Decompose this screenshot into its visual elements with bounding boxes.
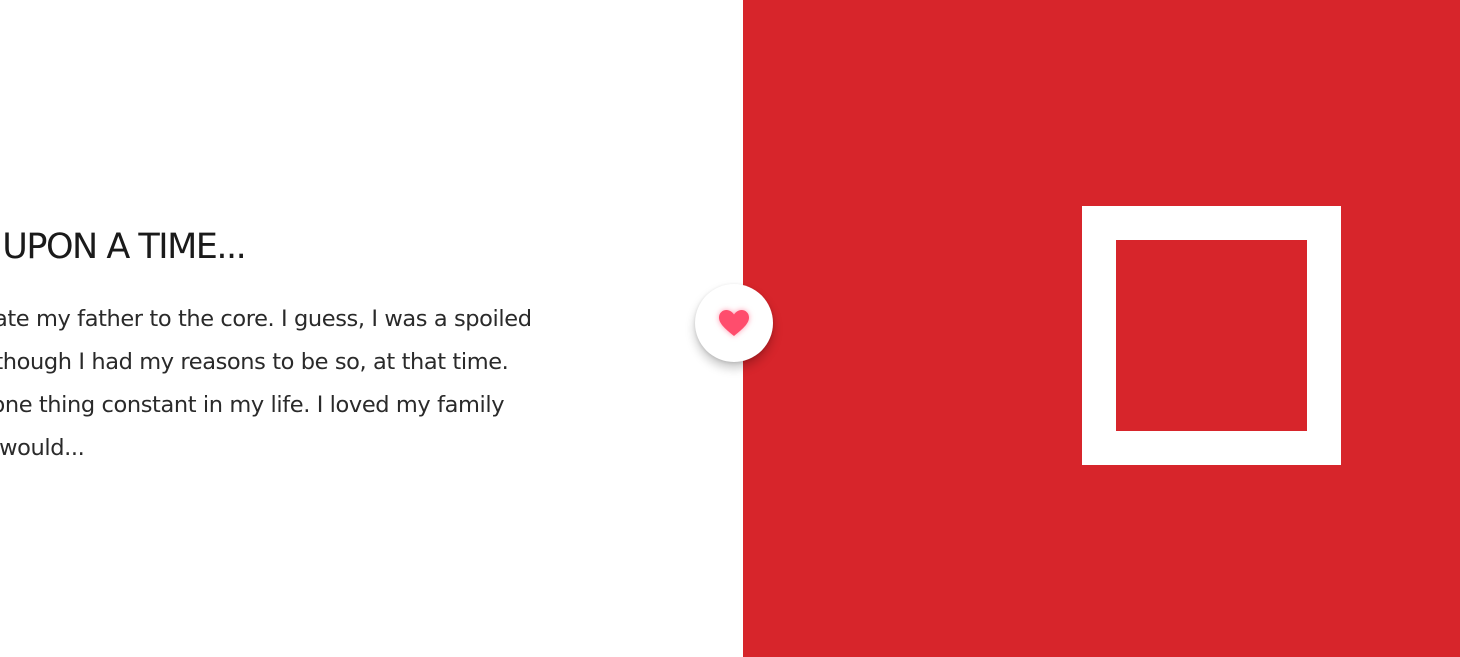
story-line: as one thing constant in my life. I love… bbox=[0, 392, 505, 418]
story-line: . Although I had my reasons to be so, at… bbox=[0, 349, 509, 375]
square-frame-graphic bbox=[1082, 206, 1341, 465]
story-line: kid would... bbox=[0, 435, 85, 461]
square-frame-inner bbox=[1116, 240, 1307, 431]
story-line: o hate my father to the core. I guess, I… bbox=[0, 306, 532, 332]
story-title: E UPON A TIME... bbox=[0, 227, 247, 267]
like-button[interactable] bbox=[695, 284, 773, 362]
image-panel bbox=[743, 0, 1460, 657]
heart-icon bbox=[719, 310, 749, 336]
story-excerpt: o hate my father to the core. I guess, I… bbox=[0, 298, 640, 470]
story-panel: E UPON A TIME... o hate my father to the… bbox=[0, 0, 743, 657]
story-block: E UPON A TIME... o hate my father to the… bbox=[0, 222, 672, 461]
page: E UPON A TIME... o hate my father to the… bbox=[0, 0, 1460, 657]
